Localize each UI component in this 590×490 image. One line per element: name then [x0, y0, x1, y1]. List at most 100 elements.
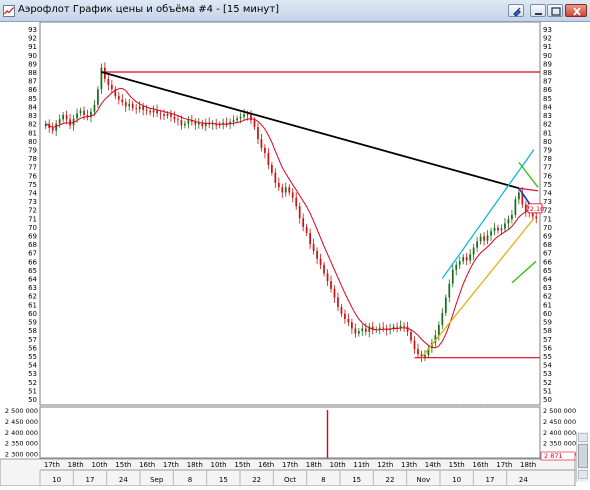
x-tick-top: 17th: [163, 461, 179, 469]
y-tick-right: 68: [543, 241, 552, 249]
candle-body: [243, 114, 245, 117]
candle-body: [382, 327, 385, 329]
price-volume-chart[interactable]: 50 5051 5152 5253 5354 5455 5556 5657 5758 5859 59…: [0, 21, 590, 487]
y-tick-right: 57: [543, 336, 552, 344]
close-button[interactable]: [565, 4, 587, 17]
candle-body: [145, 109, 148, 111]
chart-area[interactable]: 50 50 51 51 52 52 53 53 54 54 55 55 56 56 57 57 58 58 59 59…: [0, 21, 590, 487]
x-tick-top: 18th: [187, 461, 203, 469]
candle-body: [403, 325, 405, 327]
candle-body: [378, 327, 381, 330]
x-tick-bottom: 8: [321, 476, 325, 484]
y-tick-right: 51: [543, 387, 552, 395]
y-tick-left: 83: [28, 112, 37, 120]
candle-body: [364, 328, 367, 332]
candle-body: [514, 199, 517, 215]
scroll-down-arrow[interactable]: [578, 470, 588, 479]
y-tick-right: 59: [543, 319, 552, 327]
x-tick-top: 17th: [496, 461, 512, 469]
volume-scrollbar[interactable]: [576, 432, 588, 482]
window-titlebar: Аэрофлот График цены и объёма #4 - [15 м…: [0, 0, 590, 22]
y-tick-left: 84: [28, 103, 37, 111]
x-tick-top: 10th: [211, 461, 227, 469]
candle-body: [58, 119, 61, 124]
y-tick-left: 58: [28, 327, 37, 335]
candle-body: [319, 258, 322, 265]
candle-body: [117, 96, 120, 100]
candle-body: [437, 325, 440, 336]
candle-body: [298, 206, 301, 219]
y-tick-right: 52: [543, 379, 552, 387]
x-tick-top: 13th: [401, 461, 417, 469]
y-tick-right: 84: [543, 103, 552, 111]
y-tick-right: 64: [543, 276, 552, 284]
x-tick-top: 10th: [91, 461, 107, 469]
y-tick-right: 66: [543, 258, 552, 266]
candle-body: [194, 121, 197, 125]
y-tick-right: 55: [543, 353, 552, 361]
y-tick-right: 89: [543, 60, 552, 68]
y-tick-left: 52: [28, 379, 37, 387]
y-tick-right: 92: [543, 35, 552, 43]
candle-body: [500, 228, 503, 231]
x-tick-top: 18th: [306, 461, 322, 469]
y-tick-left: 88: [28, 69, 37, 77]
candle-body: [361, 328, 364, 332]
x-tick-bottom: 22: [386, 476, 395, 484]
pin-button[interactable]: [508, 4, 524, 17]
maximize-icon: [551, 7, 561, 16]
y-tick-right: 71: [543, 215, 552, 223]
candle-body: [124, 102, 127, 107]
y-tick-left: 79: [28, 146, 37, 154]
candle-body: [330, 281, 332, 289]
candle-body: [239, 116, 242, 119]
x-tick-bottom: 10: [52, 476, 61, 484]
y-tick-right: 54: [543, 362, 552, 370]
candle-body: [486, 235, 489, 241]
candle-body: [76, 113, 78, 119]
y-tick-right: 76: [543, 172, 552, 180]
candle-body: [277, 183, 280, 188]
candle-body: [149, 110, 151, 113]
y-tick-right: 83: [543, 112, 552, 120]
y-tick-right: 53: [543, 370, 552, 378]
y-tick-right: 74: [543, 189, 552, 197]
y-tick-right: 63: [543, 284, 552, 292]
candle-body: [302, 218, 305, 227]
minimize-button[interactable]: [530, 4, 546, 17]
y-tick-right: 58: [543, 327, 552, 335]
candle-body: [312, 244, 315, 251]
y-tick-right: 80: [543, 138, 552, 146]
y-tick-left: 62: [28, 293, 37, 301]
y-tick-right: 91: [543, 43, 552, 51]
candle-body: [270, 164, 273, 173]
candle-body: [476, 241, 478, 248]
y-tick-right: 65: [543, 267, 552, 275]
x-tick-bottom: Nov: [416, 476, 430, 484]
candle-body: [354, 328, 357, 334]
chart-app-icon: [3, 5, 15, 17]
candle-body: [517, 192, 520, 200]
candle-body: [323, 264, 325, 274]
candle-body: [396, 326, 398, 328]
y-tick-left: 69: [28, 233, 37, 241]
scroll-thumb[interactable]: [578, 444, 588, 468]
maximize-button[interactable]: [547, 4, 563, 17]
candle-body: [399, 325, 402, 328]
candle-body: [253, 120, 256, 128]
x-tick-bottom: 15: [219, 476, 228, 484]
y-tick-left: 74: [28, 189, 37, 197]
candle-body: [451, 269, 454, 284]
x-tick-bottom: Oct: [284, 476, 296, 484]
candle-body: [170, 114, 172, 117]
candle-body: [455, 264, 458, 270]
scroll-up-arrow[interactable]: [578, 433, 588, 442]
candle-body: [444, 297, 447, 313]
volume-tick-right: 2 350 000: [543, 440, 576, 448]
y-tick-left: 59: [28, 319, 37, 327]
candle-body: [173, 116, 176, 120]
candle-body: [288, 187, 291, 193]
candle-body: [257, 127, 259, 140]
x-tick-top: 10th: [330, 461, 346, 469]
volume-tick-right: 2 400 000: [543, 429, 576, 437]
